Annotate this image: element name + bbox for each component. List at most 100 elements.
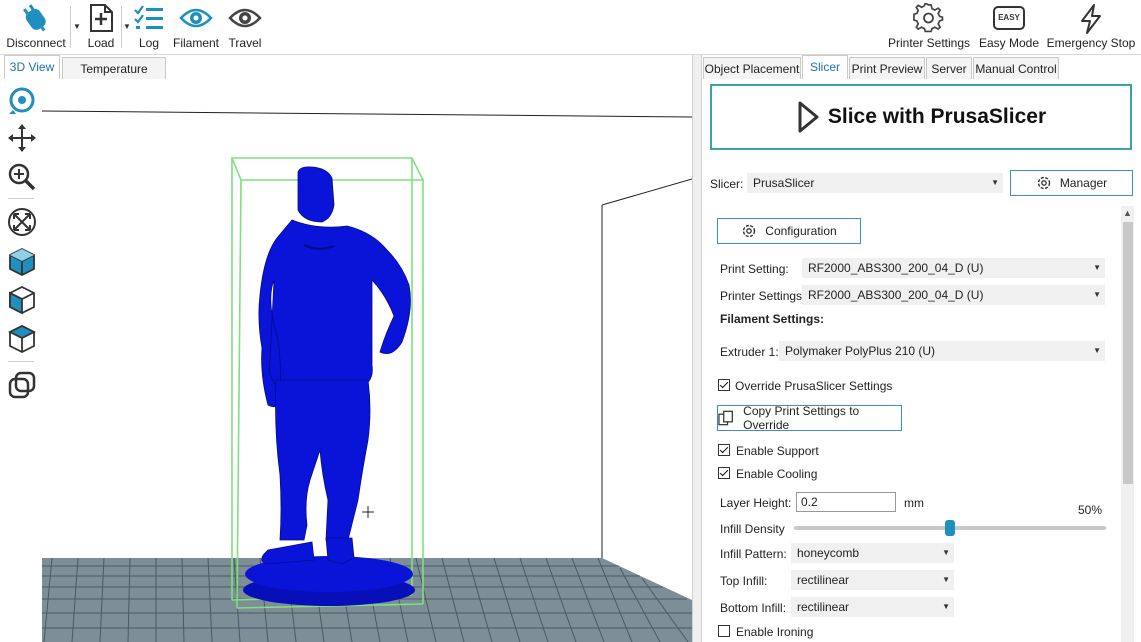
- cube-front-view-icon[interactable]: [7, 285, 37, 315]
- disconnect-label: Disconnect: [6, 36, 66, 50]
- cube-top-view-icon[interactable]: [7, 247, 37, 277]
- enable-ironing-checkbox[interactable]: [718, 625, 730, 637]
- slicer-label: Slicer:: [710, 177, 744, 191]
- enable-support-label: Enable Support: [736, 444, 819, 458]
- eye-icon: [228, 8, 262, 28]
- chevron-down-icon: ▼: [1093, 346, 1101, 355]
- emergency-stop-button[interactable]: Emergency Stop: [1046, 0, 1136, 54]
- easy-mode-button[interactable]: EASY Easy Mode: [978, 0, 1040, 54]
- printer-settings-select[interactable]: RF2000_ABS300_200_04_D (U) ▼: [802, 285, 1105, 305]
- extruder-label: Extruder 1:: [720, 345, 779, 359]
- fit-view-icon[interactable]: [7, 207, 37, 237]
- manager-button[interactable]: Manager: [1010, 170, 1133, 196]
- copy-objects-icon[interactable]: [7, 370, 37, 400]
- easy-badge-text: EASY: [998, 13, 1020, 22]
- chevron-down-icon[interactable]: ▼: [73, 22, 81, 31]
- enable-support-checkbox[interactable]: [718, 444, 730, 456]
- enable-cooling-label: Enable Cooling: [736, 467, 818, 481]
- configuration-button-label: Configuration: [765, 224, 837, 238]
- printer-settings-label: Printer Settings: [887, 36, 971, 50]
- extruder-select[interactable]: Polymaker PolyPlus 210 (U) ▼: [779, 341, 1105, 361]
- slice-button-label: Slice with PrusaSlicer: [827, 105, 1047, 128]
- top-infill-select[interactable]: rectilinear ▼: [791, 570, 954, 590]
- printer-settings-button[interactable]: Printer Settings: [888, 0, 970, 54]
- print-bed-scene: [42, 110, 692, 642]
- manager-button-label: Manager: [1059, 176, 1108, 190]
- print-setting-value: RF2000_ABS300_200_04_D (U): [808, 261, 984, 275]
- extruder-value: Polymaker PolyPlus 210 (U): [785, 344, 936, 358]
- gear-icon: [913, 3, 944, 33]
- filament-settings-heading: Filament Settings:: [720, 312, 825, 326]
- panel-splitter[interactable]: [692, 55, 702, 642]
- gear-icon: [743, 224, 756, 238]
- filament-button[interactable]: Filament: [170, 0, 222, 54]
- enable-cooling-checkbox[interactable]: [718, 467, 730, 479]
- chevron-up-icon[interactable]: ▲: [1123, 208, 1132, 218]
- chevron-down-icon: ▼: [991, 178, 999, 187]
- tab-object-placement[interactable]: Object Placement: [703, 57, 801, 79]
- print-setting-select[interactable]: RF2000_ABS300_200_04_D (U) ▼: [802, 258, 1105, 278]
- scrollbar-thumb[interactable]: [1123, 222, 1133, 484]
- slicer-select[interactable]: PrusaSlicer ▼: [747, 173, 1003, 193]
- toolbar-separator: [121, 6, 122, 48]
- layer-height-input[interactable]: 0.2: [796, 492, 896, 512]
- log-label: Log: [138, 36, 160, 50]
- load-label: Load: [87, 36, 115, 50]
- slice-button[interactable]: Slice with PrusaSlicer: [710, 84, 1132, 150]
- top-infill-label: Top Infill:: [720, 574, 768, 588]
- tools-separator: [8, 198, 34, 199]
- emergency-stop-label: Emergency Stop: [1046, 36, 1136, 50]
- chevron-down-icon: ▼: [942, 602, 950, 611]
- lightning-icon: [1081, 4, 1101, 34]
- slicer-select-value: PrusaSlicer: [753, 176, 815, 190]
- infill-pattern-select[interactable]: honeycomb ▼: [791, 543, 954, 563]
- 3d-viewport[interactable]: [42, 80, 692, 642]
- tab-server[interactable]: Server: [926, 57, 972, 79]
- add-file-icon: [90, 4, 113, 32]
- toolbar-separator: [70, 6, 71, 48]
- log-button[interactable]: Log: [132, 0, 166, 54]
- bottom-infill-value: rectilinear: [797, 600, 850, 614]
- infill-density-label: Infill Density: [720, 522, 785, 536]
- infill-density-readout: 50%: [1078, 503, 1103, 517]
- configuration-button[interactable]: Configuration: [717, 218, 861, 244]
- chevron-down-icon[interactable]: ▼: [123, 22, 131, 31]
- infill-pattern-value: honeycomb: [797, 546, 860, 560]
- infill-density-slider-handle[interactable]: [945, 520, 955, 536]
- infill-pattern-label: Infill Pattern:: [720, 547, 787, 561]
- bottom-infill-label: Bottom Infill:: [720, 601, 787, 615]
- play-icon: [798, 101, 819, 133]
- view-tools-bar: [0, 80, 43, 642]
- printer-settings-label: Printer Settings:: [720, 289, 806, 303]
- tools-separator: [8, 361, 34, 362]
- tab-slicer[interactable]: Slicer: [802, 55, 848, 79]
- tab-3d-view[interactable]: 3D View: [4, 55, 60, 79]
- chevron-down-icon: ▼: [942, 575, 950, 584]
- layer-height-unit: mm: [904, 496, 924, 510]
- load-button[interactable]: Load: [82, 0, 120, 54]
- tab-manual-control[interactable]: Manual Control: [973, 57, 1059, 79]
- zoom-view-icon[interactable]: [7, 162, 37, 192]
- override-checkbox[interactable]: [718, 379, 730, 391]
- copy-print-settings-button[interactable]: Copy Print Settings to Override: [717, 404, 902, 432]
- copy-print-settings-label: Copy Print Settings to Override: [743, 404, 860, 432]
- easy-mode-label: Easy Mode: [978, 36, 1040, 50]
- disconnect-button[interactable]: Disconnect: [4, 0, 68, 54]
- move-view-icon[interactable]: [7, 123, 37, 153]
- enable-ironing-label: Enable Ironing: [736, 625, 814, 639]
- chevron-down-icon: ▼: [1093, 290, 1101, 299]
- tab-temperature-curve[interactable]: Temperature Curve: [62, 57, 166, 98]
- gear-icon: [1037, 176, 1051, 190]
- chevron-down-icon: ▼: [1093, 263, 1101, 272]
- top-infill-value: rectilinear: [797, 573, 850, 587]
- override-label: Override PrusaSlicer Settings: [735, 379, 893, 393]
- cube-side-view-icon[interactable]: [7, 324, 37, 354]
- rotate-view-icon[interactable]: [7, 86, 37, 116]
- bottom-infill-select[interactable]: rectilinear ▼: [791, 597, 954, 617]
- travel-button[interactable]: Travel: [226, 0, 264, 54]
- print-setting-label: Print Setting:: [720, 262, 789, 276]
- tab-print-preview[interactable]: Print Preview: [849, 57, 925, 79]
- eye-icon: [179, 8, 213, 28]
- checklist-icon: [134, 5, 163, 29]
- plug-icon: [23, 4, 46, 32]
